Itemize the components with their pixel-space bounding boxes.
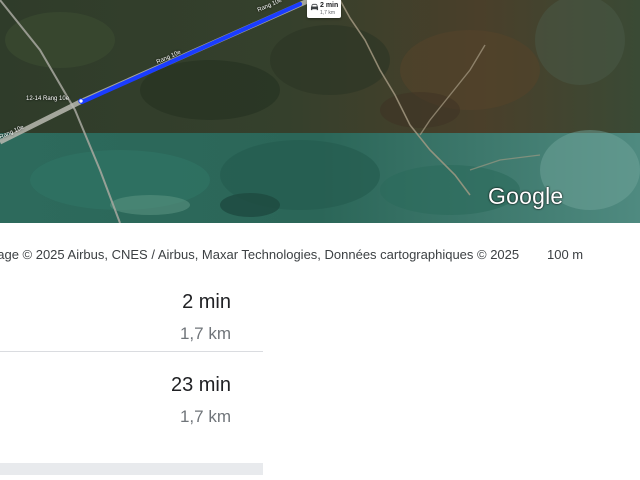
callout-time: 2 min xyxy=(320,2,339,9)
map-directions-screen: Rang 10e Rang 10e Rang 10e 12-14 Rang 10… xyxy=(0,0,640,480)
address-label: 12-14 Rang 10e xyxy=(26,96,70,102)
map-attribution: nage © 2025 Airbus, CNES / Airbus, Maxar… xyxy=(0,247,520,262)
route-time: 2 min xyxy=(182,291,231,313)
route-distance: 1,7 km xyxy=(179,324,231,343)
route-time-callout[interactable]: 2 min 1,7 km xyxy=(307,0,341,18)
route-option-2[interactable]: 23 min 1,7 km xyxy=(0,370,263,434)
route-distance: 1,7 km xyxy=(179,407,231,426)
divider xyxy=(0,351,263,352)
satellite-map[interactable]: Rang 10e Rang 10e Rang 10e 12-14 Rang 10… xyxy=(0,0,640,223)
route-time: 23 min xyxy=(170,374,231,396)
bottom-panel-bar xyxy=(0,463,263,475)
map-scale[interactable]: 100 m xyxy=(547,247,583,262)
callout-distance: 1,7 km xyxy=(320,10,336,16)
google-logo: Google xyxy=(488,183,564,209)
route-option-1[interactable]: 2 min 1,7 km xyxy=(0,287,263,351)
car-icon xyxy=(310,3,319,11)
